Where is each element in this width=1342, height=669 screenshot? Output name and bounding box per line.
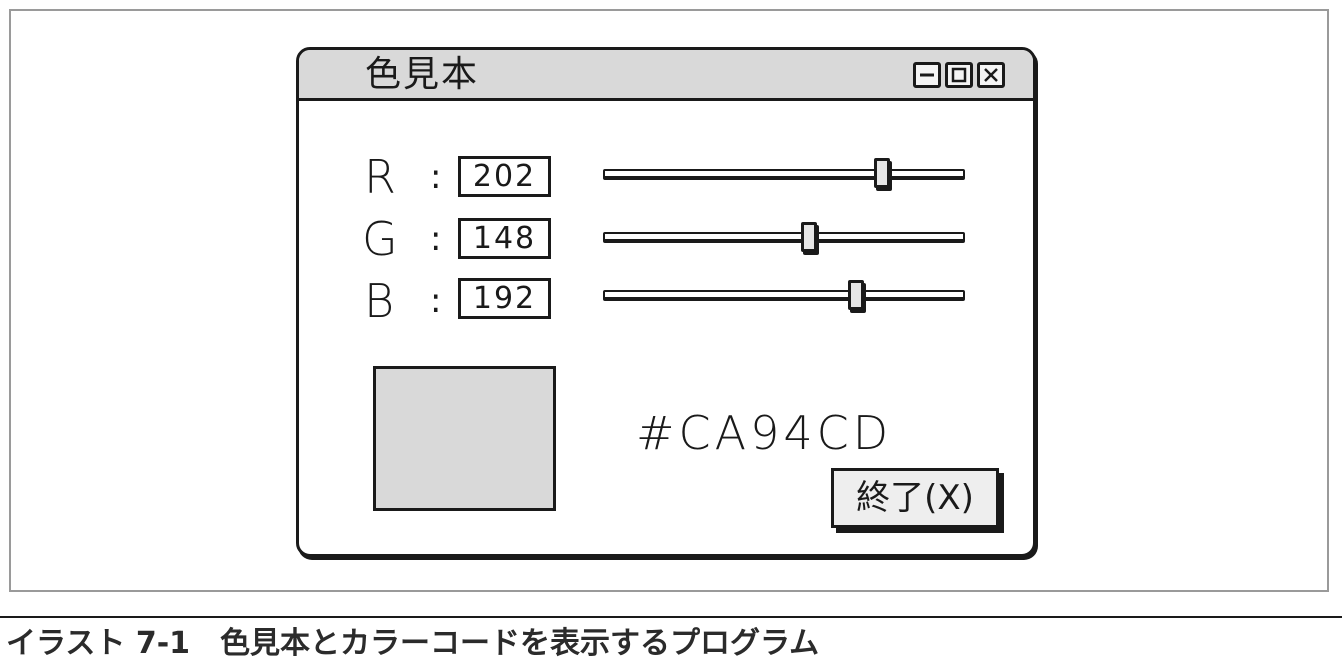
minimize-icon xyxy=(920,73,934,77)
red-colon: : xyxy=(430,157,442,197)
red-value-field[interactable]: 202 xyxy=(458,156,551,197)
blue-value-field[interactable]: 192 xyxy=(458,278,551,319)
figure-caption: イラスト 7-1 色見本とカラーコードを表示するプログラム xyxy=(6,626,820,661)
caption-divider xyxy=(0,616,1342,618)
green-label: G xyxy=(362,212,398,266)
green-slider-thumb[interactable] xyxy=(801,222,817,252)
blue-slider-thumb[interactable] xyxy=(848,280,864,310)
close-icon xyxy=(984,68,998,82)
hex-color-code: #CA94CD xyxy=(636,406,893,460)
window-controls xyxy=(913,62,1005,88)
exit-button[interactable]: 終了(X) xyxy=(831,468,999,528)
close-button[interactable] xyxy=(977,62,1005,88)
maximize-button[interactable] xyxy=(945,62,973,88)
window-title: 色見本 xyxy=(365,54,480,95)
blue-colon: : xyxy=(430,281,442,321)
minimize-button[interactable] xyxy=(913,62,941,88)
green-colon: : xyxy=(430,219,442,259)
green-slider-track[interactable] xyxy=(603,232,965,241)
color-swatch xyxy=(373,366,556,511)
blue-slider-track[interactable] xyxy=(603,290,965,299)
blue-label: B xyxy=(364,274,395,328)
titlebar[interactable]: 色見本 xyxy=(299,50,1033,101)
green-value-field[interactable]: 148 xyxy=(458,218,551,259)
red-slider-track[interactable] xyxy=(603,169,965,178)
red-label: R xyxy=(364,150,396,204)
maximize-icon xyxy=(951,67,967,83)
red-slider-thumb[interactable] xyxy=(874,158,890,188)
